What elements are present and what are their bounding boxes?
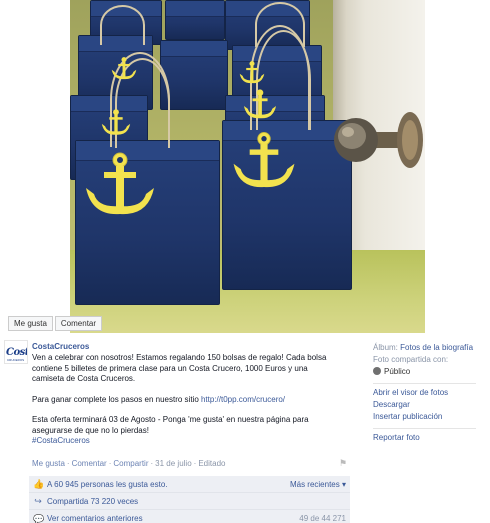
audience-label: Público xyxy=(384,367,411,376)
comment-count: 49 de 44 271 xyxy=(299,514,346,523)
anchor-icon xyxy=(86,152,154,215)
page-name-link[interactable]: CostaCruceros xyxy=(32,342,362,351)
message-text: Para ganar complete los pasos en nuestro… xyxy=(32,394,201,404)
message-line: Ven a celebrar con nosotros! Estamos reg… xyxy=(32,353,327,362)
message-line: Para ganar complete los pasos en nuestro… xyxy=(32,395,362,406)
photo-comment-button[interactable]: Comentar xyxy=(54,316,103,331)
message-line: Esta oferta terminará 03 de Agosto - Pon… xyxy=(32,415,309,424)
anchor-icon xyxy=(243,89,277,119)
gift-bag xyxy=(165,0,225,40)
post-meta-row: Me gusta · Comentar · Compartir · 31 de … xyxy=(32,459,225,468)
album-label: Álbum: xyxy=(373,343,398,352)
avatar-logo-text: Costa xyxy=(6,347,27,358)
hashtag-link[interactable]: #CostaCruceros xyxy=(32,436,362,447)
globe-icon xyxy=(373,367,381,375)
anchor-icon xyxy=(101,109,131,135)
promo-link[interactable]: http://t0pp.com/crucero/ xyxy=(201,395,285,404)
meta-share-link[interactable]: Compartir xyxy=(113,459,148,468)
likes-count-text[interactable]: A 60 945 personas les gusta esto. xyxy=(47,480,168,489)
meta-separator: · xyxy=(193,459,197,468)
divider xyxy=(373,383,476,384)
post-photo[interactable] xyxy=(70,0,425,333)
post-date[interactable]: 31 de julio xyxy=(155,459,191,468)
embed-post-link[interactable]: Insertar publicación xyxy=(373,411,490,423)
meta-like-link[interactable]: Me gusta xyxy=(32,459,65,468)
view-previous-comments-link[interactable]: Ver comentarios anteriores xyxy=(47,514,143,523)
thumbs-up-icon: 👍 xyxy=(33,479,45,489)
album-link[interactable]: Fotos de la biografía xyxy=(400,343,473,352)
photo-sidebar: Álbum: Fotos de la biografía Foto compar… xyxy=(373,342,490,444)
gift-bag xyxy=(160,40,228,110)
anchor-icon xyxy=(233,132,295,188)
avatar-logo-sub: CRUCEROS xyxy=(7,358,25,362)
share-arrow-icon: ↪ xyxy=(34,496,42,506)
post-body: CostaCruceros Ven a celebrar con nosotro… xyxy=(32,342,362,447)
likes-row: 👍 A 60 945 personas les gusta esto. Más … xyxy=(29,476,350,493)
shares-count-link[interactable]: Compartida 73 220 veces xyxy=(47,497,138,506)
photo-action-bar: Me gusta Comentar xyxy=(8,316,103,331)
sort-comments-dropdown[interactable]: Más recientes ▾ xyxy=(290,480,346,489)
photo-like-button[interactable]: Me gusta xyxy=(8,316,53,331)
bag-handle xyxy=(100,5,145,45)
message-line: asegurarse de que no lo pierdas! xyxy=(32,425,149,435)
post-message: Ven a celebrar con nosotros! Estamos reg… xyxy=(32,353,362,447)
comments-row: 💬 Ver comentarios anteriores 49 de 44 27… xyxy=(29,510,350,523)
open-viewer-link[interactable]: Abrir el visor de fotos xyxy=(373,387,490,399)
comment-bubble-icon: 💬 xyxy=(33,513,45,523)
report-photo-link[interactable]: Reportar foto xyxy=(373,432,490,444)
audience-row[interactable]: Público xyxy=(373,366,490,378)
flag-icon[interactable]: ⚑ xyxy=(339,459,347,468)
download-link[interactable]: Descargar xyxy=(373,399,490,411)
meta-separator: · xyxy=(108,459,112,468)
page-avatar[interactable]: Costa CRUCEROS xyxy=(4,340,28,364)
message-line: camiseta de Costa Cruceros. xyxy=(32,374,136,383)
divider xyxy=(373,428,476,429)
bag-handle xyxy=(255,2,305,47)
anchor-icon xyxy=(111,57,137,80)
album-row: Álbum: Fotos de la biografía xyxy=(373,342,490,354)
message-line: contiene 5 billetes de primera clase par… xyxy=(32,363,308,373)
shared-with-label: Foto compartida con: xyxy=(373,355,449,364)
door-knob xyxy=(334,112,423,168)
meta-comment-link[interactable]: Comentar xyxy=(72,459,107,468)
meta-separator: · xyxy=(66,459,70,468)
shares-row: ↪ Compartida 73 220 veces xyxy=(29,493,350,510)
meta-separator: · xyxy=(150,459,154,468)
anchor-icon xyxy=(239,61,265,84)
edited-label[interactable]: Editado xyxy=(198,459,225,468)
feedback-box: 👍 A 60 945 personas les gusta esto. Más … xyxy=(29,476,350,523)
